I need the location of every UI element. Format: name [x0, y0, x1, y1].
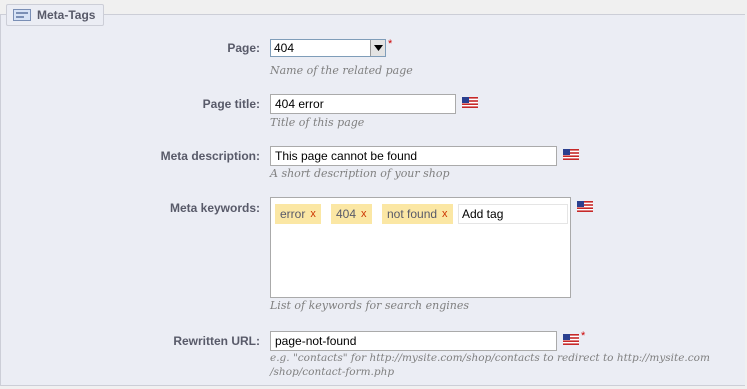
rewritten-url-label: Rewritten URL:: [173, 334, 260, 348]
rewritten-url-hint-line1: e.g. "contacts" for http://mysite.com/sh…: [270, 352, 710, 364]
meta-keywords-tags-input[interactable]: error x 404 x not found x Add tag: [270, 197, 571, 298]
meta-keywords-hint: List of keywords for search engines: [270, 299, 469, 312]
add-tag-input[interactable]: Add tag: [458, 204, 568, 224]
meta-description-hint: A short description of your shop: [270, 167, 450, 180]
meta-keywords-label: Meta keywords:: [169, 201, 260, 215]
rewritten-url-required-mark: *: [581, 330, 586, 342]
us-flag-icon[interactable]: [563, 149, 579, 160]
page-hint: Name of the related page: [270, 64, 413, 77]
us-flag-icon[interactable]: [577, 201, 593, 212]
page-select[interactable]: 404: [270, 39, 386, 57]
keyword-tag-text: error: [280, 207, 306, 221]
page-select-value: 404: [274, 41, 295, 55]
page-title-input[interactable]: 404 error: [270, 94, 456, 114]
page-title-hint: Title of this page: [270, 116, 365, 129]
keyword-tag: 404 x: [331, 204, 372, 224]
chevron-down-icon[interactable]: [370, 40, 385, 56]
keyword-tag-text: 404: [336, 207, 357, 221]
meta-tags-legend: Meta-Tags: [6, 4, 105, 26]
remove-tag-button[interactable]: x: [442, 208, 448, 220]
page-required-mark: *: [388, 38, 393, 50]
remove-tag-button[interactable]: x: [310, 208, 316, 220]
meta-description-label: Meta description:: [160, 149, 260, 163]
us-flag-icon[interactable]: [462, 97, 478, 108]
page-label: Page:: [227, 41, 260, 55]
keyword-tag-text: not found: [387, 207, 438, 221]
legend-title: Meta-Tags: [37, 8, 96, 22]
us-flag-icon[interactable]: [563, 334, 579, 345]
page-title-label: Page title:: [202, 97, 260, 111]
rewritten-url-hint-line2: /shop/contact-form.php: [270, 366, 395, 378]
tag-icon: [13, 9, 31, 21]
rewritten-url-input[interactable]: page-not-found: [270, 331, 557, 351]
keyword-tag: not found x: [382, 204, 453, 224]
keyword-tag: error x: [275, 204, 321, 224]
meta-description-input[interactable]: This page cannot be found: [270, 146, 557, 166]
remove-tag-button[interactable]: x: [361, 208, 367, 220]
